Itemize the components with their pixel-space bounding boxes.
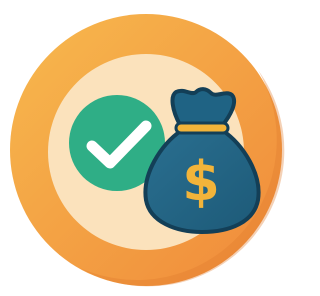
bag-tie [174, 121, 230, 135]
icon-artwork: $ [10, 14, 285, 287]
bag-top [170, 87, 237, 128]
payment-approved-icon: $ [0, 0, 289, 296]
dollar-sign: $ [182, 150, 220, 213]
